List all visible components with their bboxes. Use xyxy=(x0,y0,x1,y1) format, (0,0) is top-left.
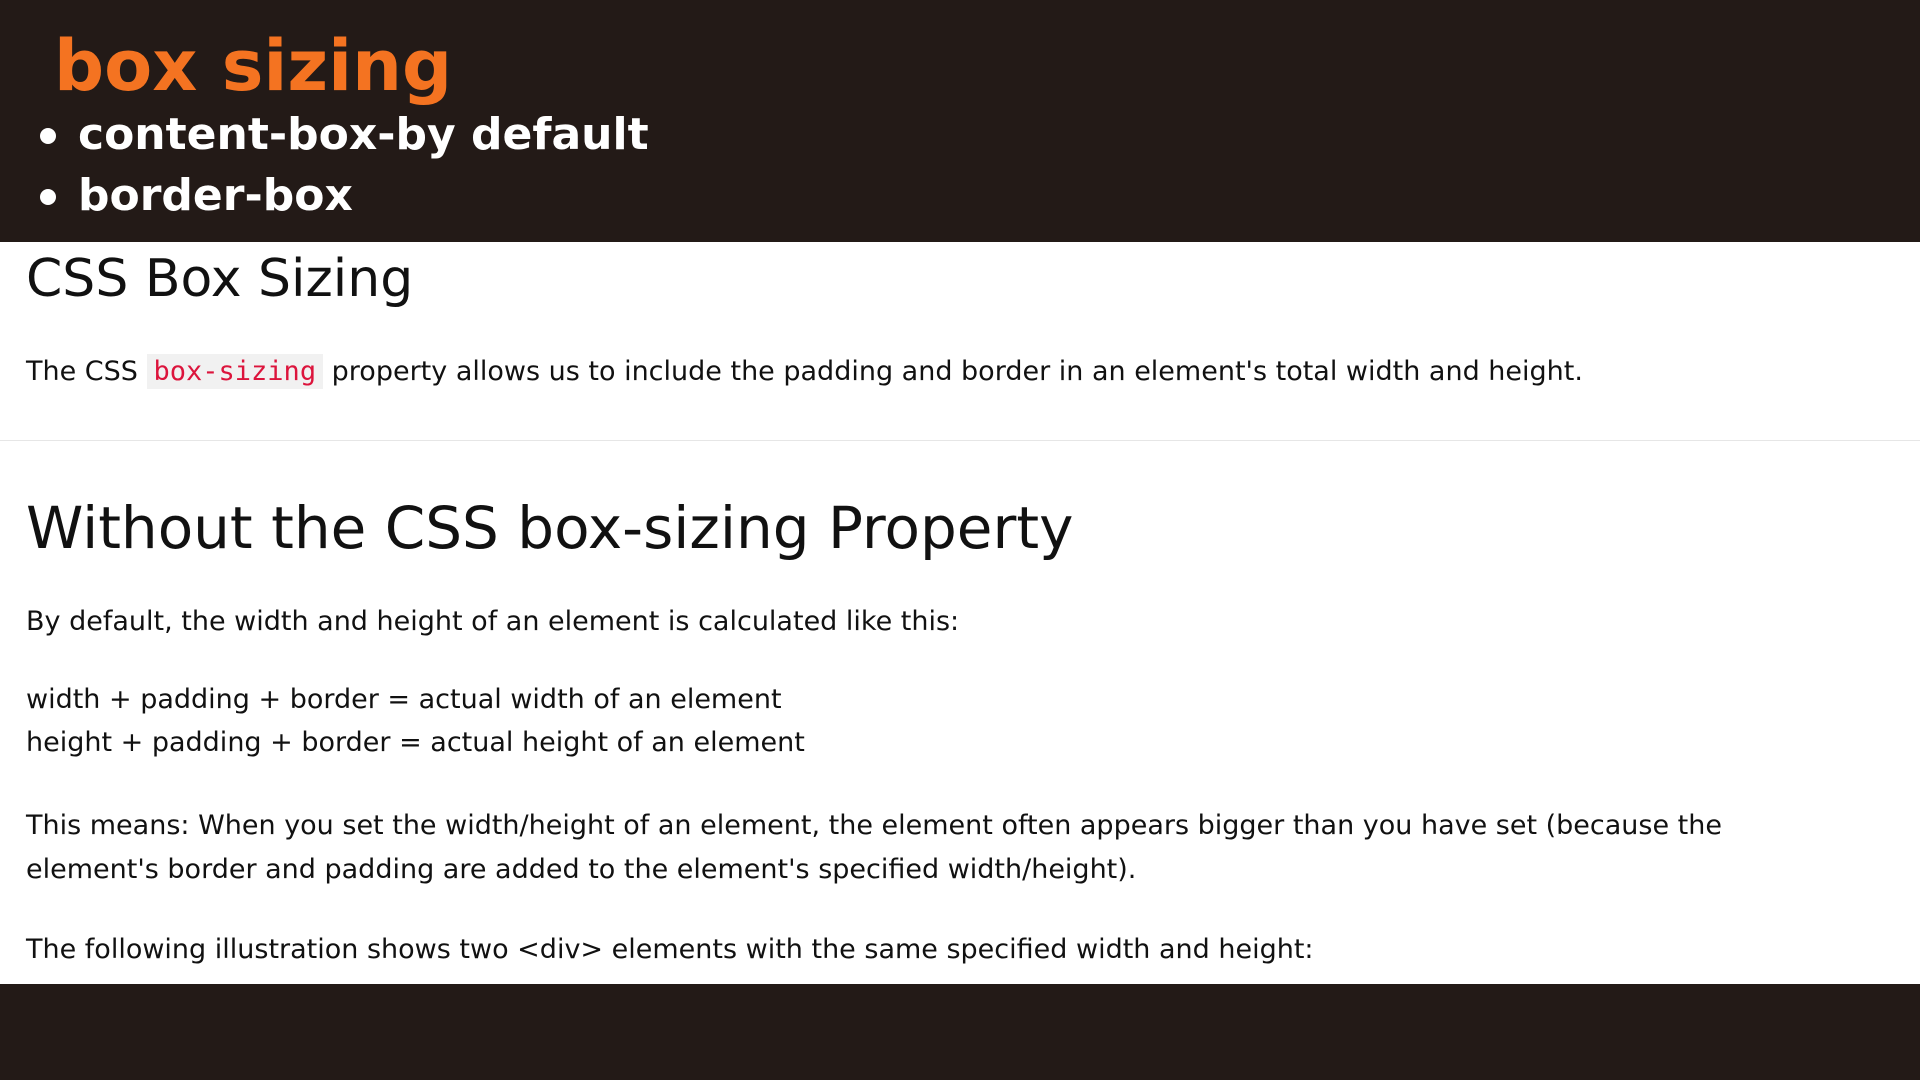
slide-header: box sizing content-box-by default border… xyxy=(0,0,1920,242)
bullet-border-box: border-box xyxy=(40,165,649,226)
intro-text-after: property allows us to include the paddin… xyxy=(323,356,1583,387)
intro-paragraph: The CSS box-sizing property allows us to… xyxy=(26,350,1583,394)
slide-title: box sizing xyxy=(54,25,453,107)
means-line-2: element's border and padding are added t… xyxy=(26,854,1137,885)
means-line-1: This means: When you set the width/heigh… xyxy=(26,810,1722,841)
slide-bullet-list: content-box-by default border-box xyxy=(40,104,649,226)
section-divider xyxy=(0,440,1920,441)
code-box-sizing: box-sizing xyxy=(146,354,324,389)
section-title: Without the CSS box-sizing Property xyxy=(26,494,1074,562)
article-screenshot: CSS Box Sizing The CSS box-sizing proper… xyxy=(0,242,1920,984)
intro-text-before: The CSS xyxy=(26,356,147,387)
illustration-text: The following illustration shows two <di… xyxy=(26,934,1314,965)
default-text: By default, the width and height of an e… xyxy=(26,606,960,637)
slide-footer-band xyxy=(0,984,1920,1080)
formula-height: height + padding + border = actual heigh… xyxy=(26,727,805,758)
bullet-content-box: content-box-by default xyxy=(40,104,649,165)
formula-width: width + padding + border = actual width … xyxy=(26,684,782,715)
article-title: CSS Box Sizing xyxy=(26,249,414,309)
